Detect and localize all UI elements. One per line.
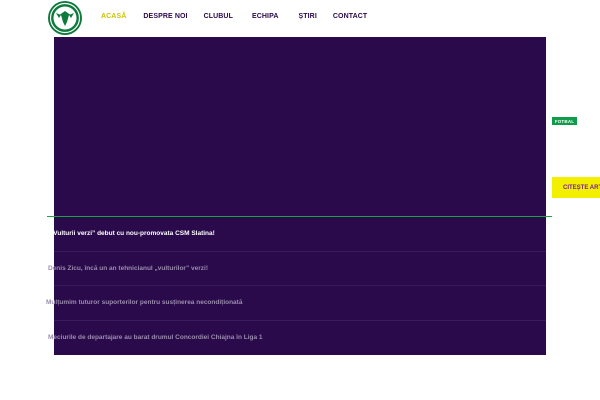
news-item-title: Denis Zicu, încă un an tehnicianul „vult… [48,264,208,272]
nav-item-stiri[interactable]: ȘTIRI [298,13,316,20]
club-logo-icon[interactable] [47,0,83,36]
news-item[interactable]: Mulțumim tuturor suporterilor pentru sus… [46,286,546,321]
news-item-title: „Vulturii verzi” debut cu nou-promovata … [50,230,215,238]
nav-item-echipa[interactable]: ECHIPA [252,13,279,20]
hero-slide[interactable] [54,37,546,217]
nav-item-contact[interactable]: CONTACT [333,13,367,20]
read-article-button[interactable]: CITEȘTE ART [552,177,600,198]
news-item[interactable]: Meciurile de departajare au barat drumul… [48,321,546,356]
news-item[interactable]: Denis Zicu, încă un an tehnicianul „vult… [48,252,546,286]
main-nav: ACASĂ DESPRE NOI CLUBUL ECHIPA ȘTIRI CON… [92,11,367,21]
nav-item-clubul[interactable]: CLUBUL [204,13,233,20]
news-item-title: Mulțumim tuturor suporterilor pentru sus… [46,299,243,307]
news-item[interactable]: „Vulturii verzi” debut cu nou-promovata … [50,217,546,252]
nav-item-despre-noi[interactable]: DESPRE NOI [143,13,187,20]
news-list: „Vulturii verzi” debut cu nou-promovata … [46,217,546,356]
news-item-title: Meciurile de departajare au barat drumul… [48,334,263,342]
nav-item-acasa[interactable]: ACASĂ [92,13,133,20]
page: ACASĂ DESPRE NOI CLUBUL ECHIPA ȘTIRI CON… [0,0,600,400]
category-badge[interactable]: FOTBAL [552,117,577,125]
